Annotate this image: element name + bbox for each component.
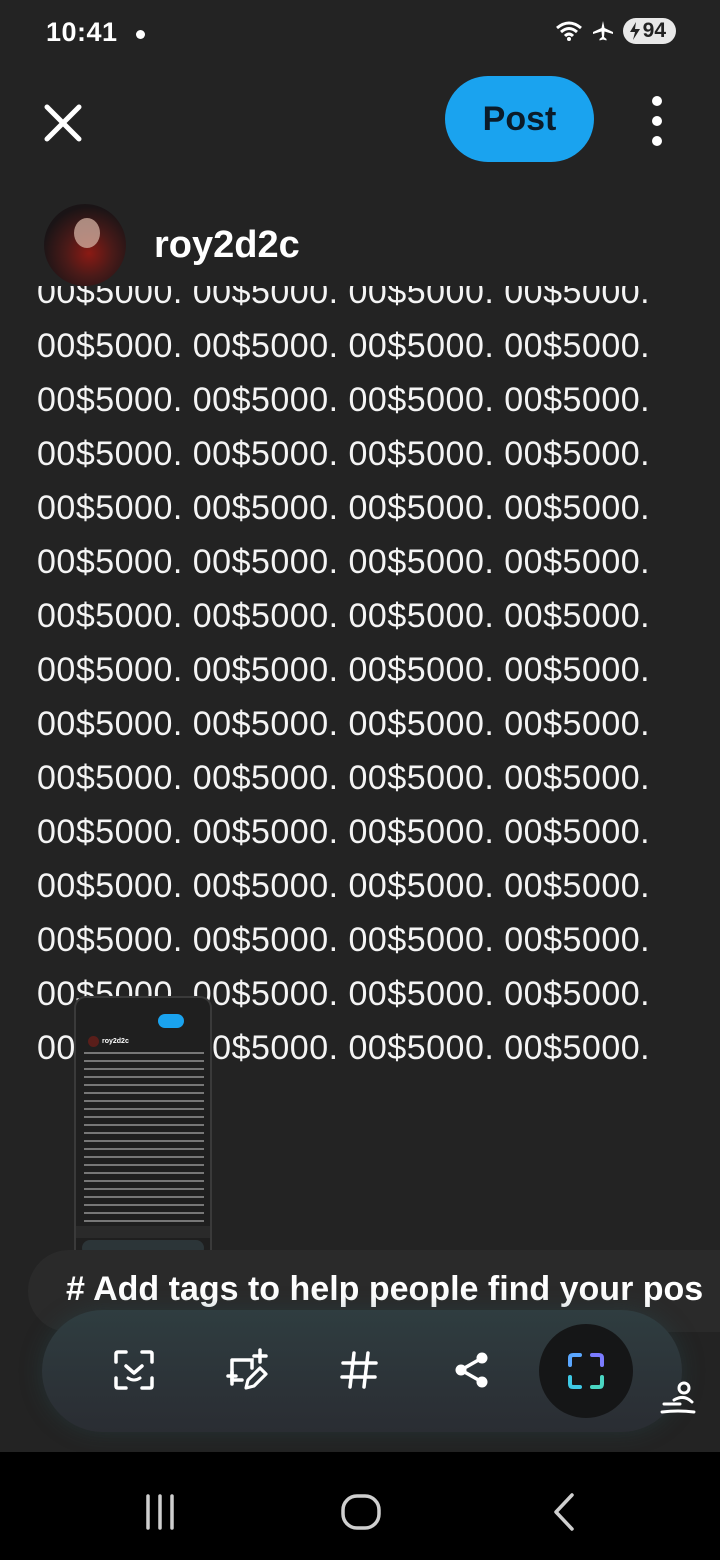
avatar[interactable] [44, 204, 126, 286]
screenshot-preview-thumbnail[interactable]: roy2d2c [74, 996, 212, 1284]
battery-charging-icon [629, 22, 640, 40]
post-button[interactable]: Post [445, 76, 594, 162]
battery-level: 94 [642, 19, 666, 42]
more-dot [652, 116, 662, 126]
thumb-post-button [158, 1014, 184, 1028]
status-time: 10:41 [46, 17, 118, 47]
status-icons: 94 [555, 18, 676, 44]
thumb-body [84, 1052, 204, 1224]
smart-select-button[interactable] [102, 1338, 166, 1402]
hashtag-icon [340, 1351, 378, 1389]
thumb-avatar [88, 1036, 99, 1047]
share-button[interactable] [440, 1338, 504, 1402]
hashtag-button[interactable] [327, 1338, 391, 1402]
wifi-icon [555, 21, 582, 41]
tags-placeholder[interactable]: # Add tags to help people find your pos [66, 1270, 703, 1309]
author-row: roy2d2c [44, 204, 300, 286]
thumb-tags-bar [76, 1226, 210, 1238]
status-bar: 10:41 94 [0, 0, 720, 68]
home-icon [341, 1494, 381, 1530]
more-dot [652, 136, 662, 146]
more-vertical-icon [652, 96, 662, 106]
screenshot-capture-icon [568, 1353, 604, 1389]
battery-indicator: 94 [622, 18, 676, 44]
recent-apps-icon [146, 1494, 174, 1530]
people-glyph [660, 1381, 696, 1414]
close-button[interactable] [40, 100, 86, 146]
top-bar: Post [0, 68, 720, 178]
screenshot-toolbar [42, 1310, 682, 1432]
edit-crop-button[interactable] [214, 1338, 278, 1402]
close-icon [44, 104, 82, 142]
airplane-icon [592, 21, 613, 41]
home-button[interactable] [331, 1482, 391, 1542]
notification-dot-icon [136, 30, 145, 39]
thumb-username: roy2d2c [102, 1038, 129, 1045]
smart-select-icon [114, 1350, 154, 1390]
recent-apps-button[interactable] [130, 1482, 190, 1542]
more-options-button[interactable] [640, 96, 674, 146]
back-icon [554, 1493, 574, 1531]
username: roy2d2c [154, 223, 300, 266]
share-icon [455, 1352, 488, 1388]
edit-crop-icon [226, 1348, 268, 1390]
post-body-text[interactable]: 00$5000. 00$5000. 00$5000. 00$5000. 00$5… [37, 286, 677, 1075]
screenshot-capture-button[interactable] [539, 1324, 633, 1418]
people-icon[interactable] [660, 1380, 696, 1416]
system-navigation-bar [0, 1452, 720, 1560]
back-button[interactable] [534, 1482, 594, 1542]
